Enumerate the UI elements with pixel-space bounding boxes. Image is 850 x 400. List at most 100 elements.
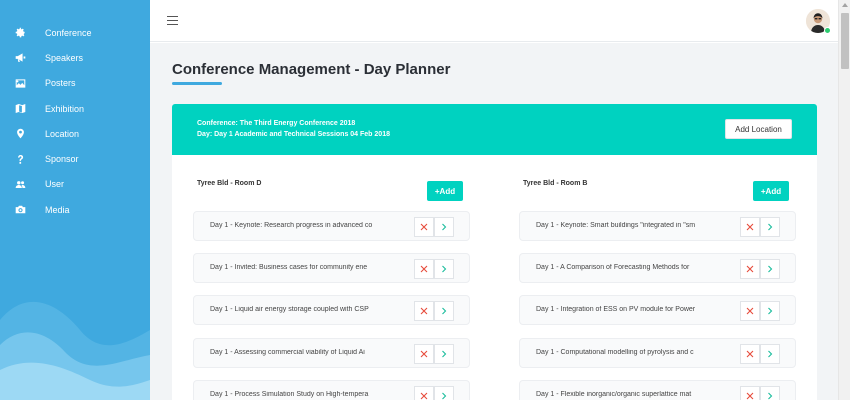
sidebar-item-speakers[interactable]: Speakers <box>0 45 150 70</box>
sidebar-item-conference[interactable]: Conference <box>0 20 150 45</box>
sidebar: Conference Speakers Posters Exhibition L… <box>0 0 150 400</box>
delete-session-button[interactable] <box>740 259 760 279</box>
page-scrollbar[interactable] <box>838 0 850 400</box>
sidebar-item-label: Location <box>45 128 80 139</box>
hamburger-icon[interactable] <box>167 16 178 25</box>
open-session-button[interactable] <box>760 259 780 279</box>
open-session-button[interactable] <box>760 344 780 364</box>
scrollbar-thumb[interactable] <box>841 13 849 69</box>
session-title: Day 1 - A Comparison of Forecasting Meth… <box>536 264 690 271</box>
sidebar-item-exhibition[interactable]: Exhibition <box>0 96 150 121</box>
session-title: Day 1 - Computational modelling of pyrol… <box>536 349 694 356</box>
top-bar <box>150 0 838 42</box>
close-icon <box>420 223 428 231</box>
location-title: Tyree Bld - Room B <box>523 180 588 187</box>
close-icon <box>420 307 428 315</box>
chevron-right-icon <box>442 350 447 358</box>
map-icon <box>14 103 26 115</box>
location-column: Tyree Bld - Room B +Add Day 1 - Keynote:… <box>519 155 796 400</box>
close-icon <box>420 265 428 273</box>
conference-name: Conference: The Third Energy Conference … <box>197 120 356 127</box>
chevron-right-icon <box>442 223 447 231</box>
session-title: Day 1 - Keynote: Research progress in ad… <box>210 222 373 229</box>
open-session-button[interactable] <box>760 217 780 237</box>
sidebar-item-label: Media <box>45 204 70 215</box>
sidebar-item-location[interactable]: Location <box>0 121 150 146</box>
sidebar-item-label: Posters <box>45 78 76 89</box>
location-column: Tyree Bld - Room D +Add Day 1 - Keynote:… <box>193 155 470 400</box>
session-row[interactable]: Day 1 - A Comparison of Forecasting Meth… <box>519 253 796 283</box>
open-session-button[interactable] <box>434 301 454 321</box>
session-title: Day 1 - Invited: Business cases for comm… <box>210 264 368 271</box>
question-icon <box>14 153 26 165</box>
sidebar-item-label: Sponsor <box>45 154 79 165</box>
delete-session-button[interactable] <box>414 301 434 321</box>
session-title: Day 1 - Integration of ESS on PV module … <box>536 306 696 313</box>
sidebar-wave-decoration <box>0 301 150 400</box>
open-session-button[interactable] <box>434 344 454 364</box>
open-session-button[interactable] <box>434 217 454 237</box>
add-location-button[interactable]: Add Location <box>725 119 792 139</box>
delete-session-button[interactable] <box>414 259 434 279</box>
open-session-button[interactable] <box>760 301 780 321</box>
day-planner-card: Conference: The Third Energy Conference … <box>172 104 817 400</box>
sidebar-item-label: Speakers <box>45 52 84 63</box>
sidebar-item-posters[interactable]: Posters <box>0 71 150 96</box>
chevron-right-icon <box>768 350 773 358</box>
session-row[interactable]: Day 1 - Assessing commercial viability o… <box>193 338 470 368</box>
close-icon <box>420 350 428 358</box>
open-session-button[interactable] <box>434 386 454 400</box>
gear-icon <box>14 27 26 39</box>
add-session-button[interactable]: +Add <box>753 181 789 201</box>
close-icon <box>746 307 754 315</box>
session-title: Day 1 - Process Simulation Study on High… <box>210 391 369 398</box>
chevron-right-icon <box>768 307 773 315</box>
conference-day: Day: Day 1 Academic and Technical Sessio… <box>197 131 390 138</box>
session-title: Day 1 - Flexible inorganic/organic super… <box>536 391 692 398</box>
close-icon <box>746 223 754 231</box>
sidebar-item-media[interactable]: Media <box>0 197 150 222</box>
session-title: Day 1 - Liquid air energy storage couple… <box>210 306 369 313</box>
session-row[interactable]: Day 1 - Process Simulation Study on High… <box>193 380 470 400</box>
scroll-up-arrow-icon[interactable] <box>842 3 848 7</box>
delete-session-button[interactable] <box>740 301 760 321</box>
session-title: Day 1 - Keynote: Smart buildings "integr… <box>536 222 696 229</box>
delete-session-button[interactable] <box>414 217 434 237</box>
delete-session-button[interactable] <box>740 386 760 400</box>
chevron-right-icon <box>442 307 447 315</box>
sidebar-item-user[interactable]: User <box>0 172 150 197</box>
sidebar-item-label: User <box>45 179 65 190</box>
delete-session-button[interactable] <box>740 217 760 237</box>
sidebar-item-sponsor[interactable]: Sponsor <box>0 146 150 171</box>
sidebar-item-label: Exhibition <box>45 103 85 114</box>
delete-session-button[interactable] <box>740 344 760 364</box>
add-session-button[interactable]: +Add <box>427 181 463 201</box>
session-row[interactable]: Day 1 - Keynote: Research progress in ad… <box>193 211 470 241</box>
delete-session-button[interactable] <box>414 344 434 364</box>
session-row[interactable]: Day 1 - Keynote: Smart buildings "integr… <box>519 211 796 241</box>
close-icon <box>746 350 754 358</box>
open-session-button[interactable] <box>434 259 454 279</box>
close-icon <box>746 392 754 400</box>
users-icon <box>14 178 26 190</box>
session-row[interactable]: Day 1 - Computational modelling of pyrol… <box>519 338 796 368</box>
chevron-right-icon <box>768 392 773 400</box>
chevron-right-icon <box>442 265 447 273</box>
session-row[interactable]: Day 1 - Liquid air energy storage couple… <box>193 295 470 325</box>
location-title: Tyree Bld - Room D <box>197 180 262 187</box>
image-icon <box>14 77 26 89</box>
title-underline <box>172 82 222 85</box>
chevron-right-icon <box>768 265 773 273</box>
close-icon <box>746 265 754 273</box>
chevron-right-icon <box>768 223 773 231</box>
session-title: Day 1 - Assessing commercial viability o… <box>210 349 365 356</box>
main-content: Conference Management - Day Planner Conf… <box>150 43 838 400</box>
delete-session-button[interactable] <box>414 386 434 400</box>
session-row[interactable]: Day 1 - Invited: Business cases for comm… <box>193 253 470 283</box>
chevron-right-icon <box>442 392 447 400</box>
megaphone-icon <box>14 52 26 64</box>
conference-banner: Conference: The Third Energy Conference … <box>172 104 817 155</box>
open-session-button[interactable] <box>760 386 780 400</box>
session-row[interactable]: Day 1 - Flexible inorganic/organic super… <box>519 380 796 400</box>
session-row[interactable]: Day 1 - Integration of ESS on PV module … <box>519 295 796 325</box>
